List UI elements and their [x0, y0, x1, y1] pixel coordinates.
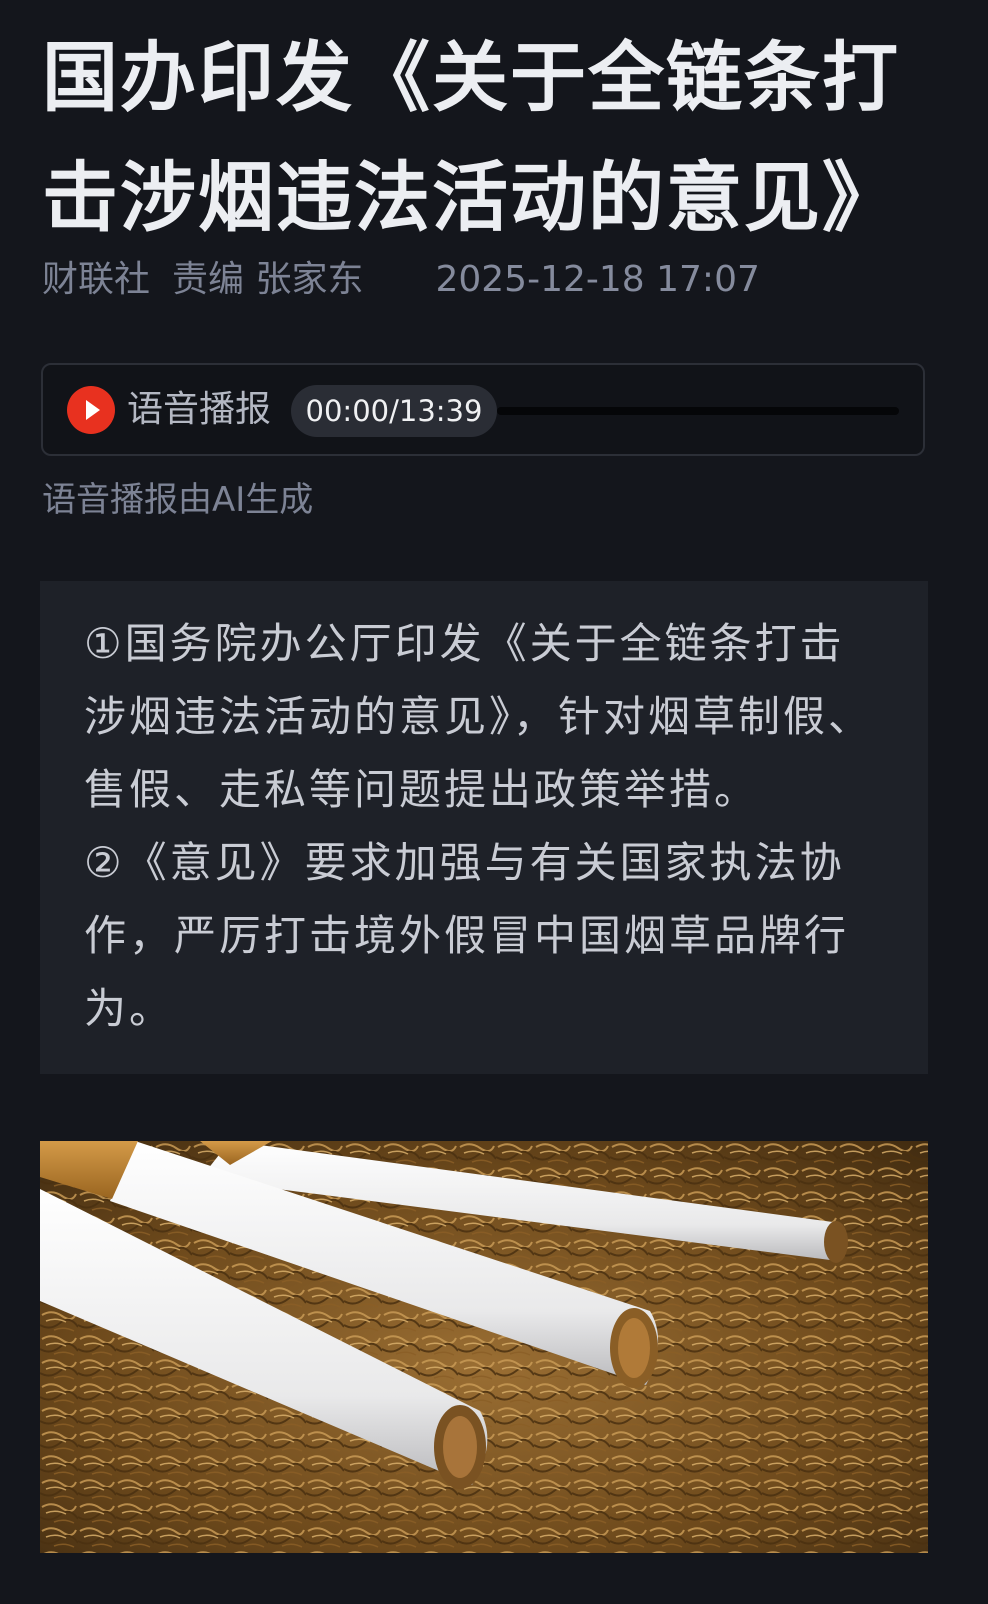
play-button[interactable]	[67, 386, 115, 434]
article-timestamp: 2025-12-18 17:07	[435, 259, 760, 300]
audio-label: 语音播报	[127, 389, 272, 430]
summary-point-1: ①国务院办公厅印发《关于全链条打击涉烟违法活动的意见》，针对烟草制假、售假、走私…	[84, 619, 874, 814]
summary-box: ①国务院办公厅印发《关于全链条打击涉烟违法活动的意见》，针对烟草制假、售假、走私…	[40, 581, 928, 1074]
audio-time: 00:00/13:39	[291, 385, 497, 437]
article-meta: 财联社 责编 张家东 2025-12-18 17:07	[42, 252, 760, 308]
article-page: 国办印发《关于全链条打击涉烟违法活动的意见》 财联社 责编 张家东 2025-12-…	[0, 0, 988, 1604]
article-title: 国办印发《关于全链条打击涉烟违法活动的意见》	[42, 33, 900, 242]
article-editor: 责编 张家东	[172, 259, 364, 300]
play-icon	[86, 400, 100, 420]
audio-player: 语音播报 00:00/13:39	[41, 363, 925, 456]
ai-note: 语音播报由AI生成	[42, 480, 314, 520]
audio-progress-bar[interactable]	[497, 407, 899, 415]
article-image[interactable]	[40, 1141, 928, 1553]
summary-point-2: ②《意见》要求加强与有关国家执法协作，严厉打击境外假冒中国烟草品牌行为。	[84, 838, 850, 1033]
cigarettes-illustration	[40, 1141, 928, 1553]
article-source[interactable]: 财联社	[42, 259, 150, 300]
